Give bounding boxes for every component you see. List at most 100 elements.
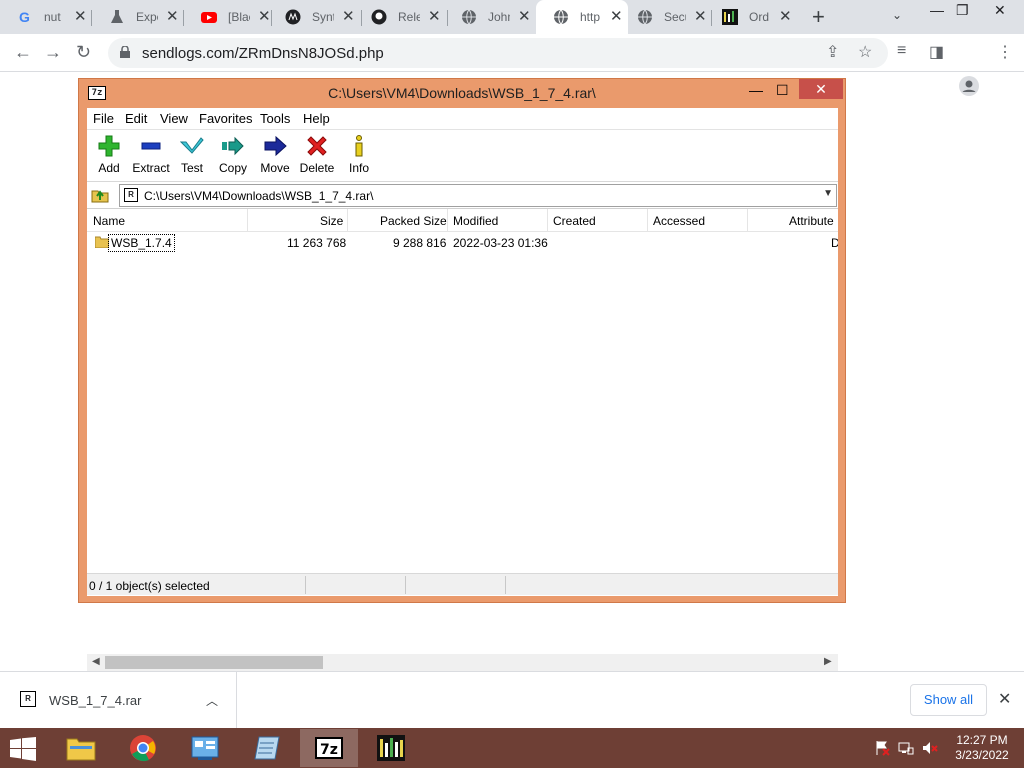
taskbar-chrome[interactable]	[114, 729, 172, 767]
back-arrow-icon[interactable]: ←	[14, 42, 32, 63]
column-divider[interactable]	[747, 209, 748, 231]
menu-tools[interactable]: Tools	[260, 111, 290, 126]
svg-text:G: G	[19, 9, 30, 25]
tab-security[interactable]: Secu ✕	[620, 0, 712, 34]
column-modified[interactable]: Modified	[453, 214, 498, 228]
column-packed-size[interactable]: Packed Size	[380, 214, 447, 228]
column-size[interactable]: Size	[320, 214, 343, 228]
taskbar-app[interactable]	[362, 729, 420, 767]
menu-edit[interactable]: Edit	[125, 111, 147, 126]
window-titlebar[interactable]: 7z C:\Users\VM4\Downloads\WSB_1_7_4.rar\…	[79, 79, 845, 106]
column-name[interactable]: Name	[93, 214, 125, 228]
row-modified: 2022-03-23 01:36	[453, 236, 548, 250]
tab-john[interactable]: John ✕	[444, 0, 536, 34]
chevron-up-icon[interactable]: ︿	[206, 692, 218, 709]
column-created[interactable]: Created	[553, 214, 596, 228]
globe-icon	[554, 9, 568, 25]
tab-title: Expe	[136, 10, 158, 24]
scroll-thumb[interactable]	[105, 656, 323, 669]
path-text: C:\Users\VM4\Downloads\WSB_1_7_4.rar\	[144, 189, 374, 203]
svg-text:7z: 7z	[320, 742, 338, 758]
profile-avatar-icon[interactable]	[959, 76, 979, 96]
tab-search-chevron-icon[interactable]: ⌄	[892, 8, 902, 22]
window-client: File Edit View Favorites Tools Help Add …	[87, 108, 838, 671]
kebab-menu-icon[interactable]: ⋮	[997, 42, 1013, 62]
windows-taskbar: 7z 12:27 PM 3/23/2022	[0, 728, 1024, 768]
table-row[interactable]: WSB_1.7.4 11 263 768 9 288 816 2022-03-2…	[87, 232, 838, 252]
window-close-button[interactable]: ✕	[799, 79, 843, 99]
tab-close-icon[interactable]: ✕	[342, 7, 355, 25]
url-text: sendlogs.com/ZRmDnsN8JOSd.php	[142, 45, 384, 62]
menu-help[interactable]: Help	[303, 111, 330, 126]
window-minimize-icon[interactable]: —	[749, 82, 763, 98]
taskbar-control-panel[interactable]	[176, 729, 234, 767]
tab-close-icon[interactable]: ✕	[428, 7, 441, 25]
taskbar-7zip[interactable]: 7z	[300, 729, 358, 767]
volume-muted-icon[interactable]	[922, 740, 938, 756]
scroll-right-icon[interactable]: ▶	[824, 656, 832, 667]
column-divider[interactable]	[247, 209, 248, 231]
tab-active-http[interactable]: http ✕	[536, 0, 628, 34]
close-icon[interactable]: ✕	[994, 2, 1006, 19]
address-bar[interactable]: sendlogs.com/ZRmDnsN8JOSd.php	[108, 38, 888, 68]
dropdown-chevron-icon[interactable]: ▼	[823, 188, 833, 199]
close-shelf-icon[interactable]: ✕	[998, 689, 1011, 709]
taskbar-notepad[interactable]	[238, 729, 296, 767]
rar-file-icon: R	[20, 691, 36, 707]
new-tab-button[interactable]: +	[812, 4, 825, 30]
sevenzip-window: 7z C:\Users\VM4\Downloads\WSB_1_7_4.rar\…	[78, 78, 846, 671]
tab-synthwave[interactable]: Synt ✕	[268, 0, 362, 34]
column-divider[interactable]	[447, 209, 448, 231]
tab-close-icon[interactable]: ✕	[518, 7, 531, 25]
globe-icon	[462, 9, 476, 25]
check-icon	[180, 137, 204, 154]
system-clock[interactable]: 12:27 PM 3/23/2022	[944, 733, 1020, 763]
folder-up-icon[interactable]	[91, 185, 109, 203]
tab-order[interactable]: Ord ✕	[705, 0, 797, 34]
lock-icon	[120, 46, 130, 58]
flask-icon	[111, 10, 123, 23]
tab-close-icon[interactable]: ✕	[779, 7, 792, 25]
tab-google[interactable]: G nut ✕	[0, 0, 92, 34]
tab-close-icon[interactable]: ✕	[74, 7, 87, 25]
windows-start-icon[interactable]	[8, 737, 38, 761]
action-center-flag-icon[interactable]	[874, 740, 890, 756]
reload-icon[interactable]: ↻	[76, 42, 91, 63]
window-title: C:\Users\VM4\Downloads\WSB_1_7_4.rar\	[328, 85, 596, 101]
tab-github[interactable]: Rele ✕	[354, 0, 448, 34]
menu-favorites[interactable]: Favorites	[199, 111, 252, 126]
side-panel-icon[interactable]: ◨	[929, 42, 944, 62]
tab-experiment[interactable]: Expe ✕	[92, 0, 184, 34]
column-divider[interactable]	[547, 209, 548, 231]
column-accessed[interactable]: Accessed	[653, 214, 705, 228]
column-divider[interactable]	[347, 209, 348, 231]
path-combobox[interactable]: R C:\Users\VM4\Downloads\WSB_1_7_4.rar\ …	[119, 184, 837, 207]
folder-icon	[95, 236, 109, 248]
menu-view[interactable]: View	[160, 111, 188, 126]
forward-arrow-icon[interactable]: →	[44, 42, 62, 63]
bookmark-star-icon[interactable]: ☆	[858, 42, 872, 62]
horizontal-scrollbar[interactable]: ◀ ▶	[87, 654, 838, 671]
column-divider[interactable]	[647, 209, 648, 231]
scroll-left-icon[interactable]: ◀	[92, 656, 100, 667]
show-all-button[interactable]: Show all	[910, 684, 987, 716]
column-attributes[interactable]: Attribute	[789, 214, 834, 228]
info-button[interactable]: Info	[337, 130, 381, 180]
window-maximize-icon[interactable]: ☐	[776, 82, 789, 99]
minimize-icon[interactable]: —	[930, 2, 944, 18]
taskbar-file-explorer[interactable]	[52, 729, 110, 767]
download-item[interactable]: R WSB_1_7_4.rar ︿	[0, 672, 237, 728]
sevenzip-icon: 7z	[315, 737, 343, 759]
restore-icon[interactable]: ❐	[956, 2, 969, 19]
menu-file[interactable]: File	[93, 111, 114, 126]
status-divider	[505, 576, 506, 594]
network-icon[interactable]	[898, 740, 914, 756]
share-icon[interactable]: ⇪	[826, 42, 839, 62]
tab-title: http	[580, 10, 601, 24]
tab-close-icon[interactable]: ✕	[166, 7, 179, 25]
app-icon	[722, 9, 738, 25]
media-control-icon[interactable]: ≡	[897, 42, 906, 60]
download-filename: WSB_1_7_4.rar	[49, 693, 142, 708]
tab-youtube[interactable]: [Blac ✕	[184, 0, 272, 34]
plus-icon	[98, 135, 120, 157]
